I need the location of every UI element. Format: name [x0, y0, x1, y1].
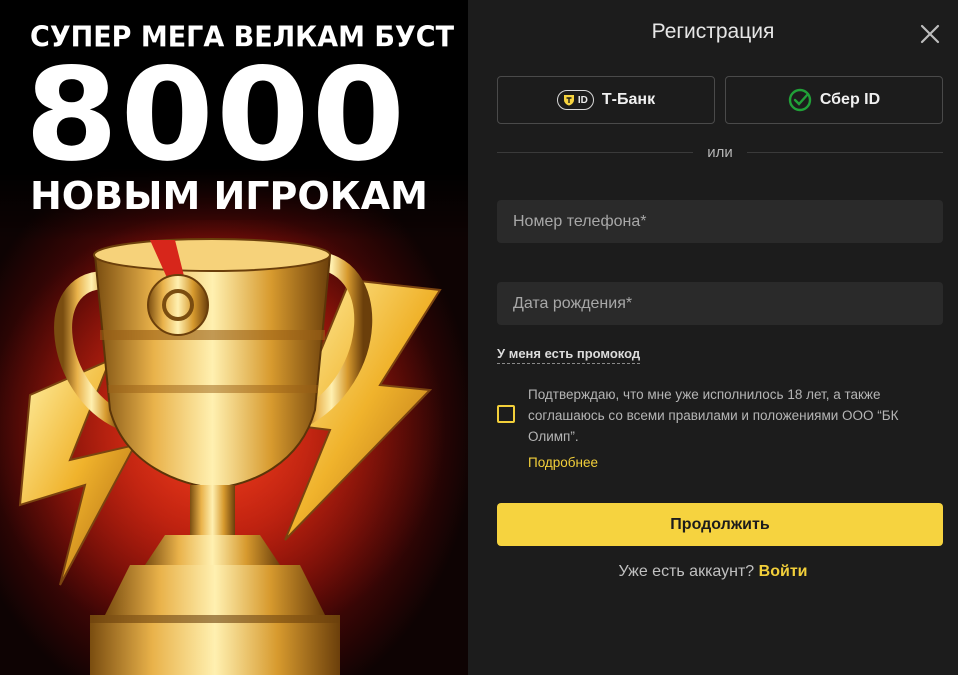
agreement-checkbox[interactable]: [497, 405, 515, 423]
promo-subheadline: НОВЫМ ИГРОКАМ: [30, 174, 428, 218]
birthdate-field-wrapper: [497, 282, 943, 325]
birthdate-input[interactable]: [513, 294, 927, 313]
phone-input[interactable]: [513, 212, 927, 231]
agreement-text: Подтверждаю, что мне уже исполнилось 18 …: [528, 387, 899, 444]
continue-button[interactable]: Продолжить: [497, 503, 943, 546]
trophy-illustration: [0, 220, 445, 675]
divider-line-right: [746, 151, 944, 153]
divider-line-left: [497, 151, 694, 153]
sber-label: Сбер ID: [819, 91, 881, 108]
login-prompt-text: Уже есть аккаунт?: [618, 563, 755, 580]
close-icon: [920, 24, 940, 44]
registration-panel: Регистрация ID Т-Банк Сбер ID или Номер …: [468, 0, 958, 675]
tbank-badge: ID: [556, 90, 594, 110]
promo-amount: 8000: [24, 41, 408, 190]
phone-field-wrapper: [497, 200, 943, 243]
close-button[interactable]: [918, 22, 942, 46]
promo-code-link[interactable]: У меня есть промокод: [497, 346, 641, 364]
promo-banner: СУПЕР МЕГА ВЕЛКАМ БУСТ 8000 НОВЫМ ИГРОКА…: [0, 0, 468, 675]
more-info-link[interactable]: Подробнее: [528, 455, 598, 470]
sber-check-icon: [788, 88, 812, 112]
page-title: Регистрация: [651, 20, 775, 43]
login-prompt-row: Уже есть аккаунт? Войти: [468, 563, 958, 581]
sso-buttons: ID Т-Банк Сбер ID: [497, 76, 943, 124]
tbank-shield-icon: [563, 95, 574, 106]
sber-id-button[interactable]: Сбер ID: [725, 76, 943, 124]
or-divider: или: [497, 142, 944, 162]
tbank-label: Т-Банк: [601, 91, 656, 108]
tbank-badge-text: ID: [577, 94, 588, 106]
tbank-login-button[interactable]: ID Т-Банк: [497, 76, 715, 124]
divider-text: или: [707, 143, 733, 161]
login-link[interactable]: Войти: [759, 563, 808, 580]
